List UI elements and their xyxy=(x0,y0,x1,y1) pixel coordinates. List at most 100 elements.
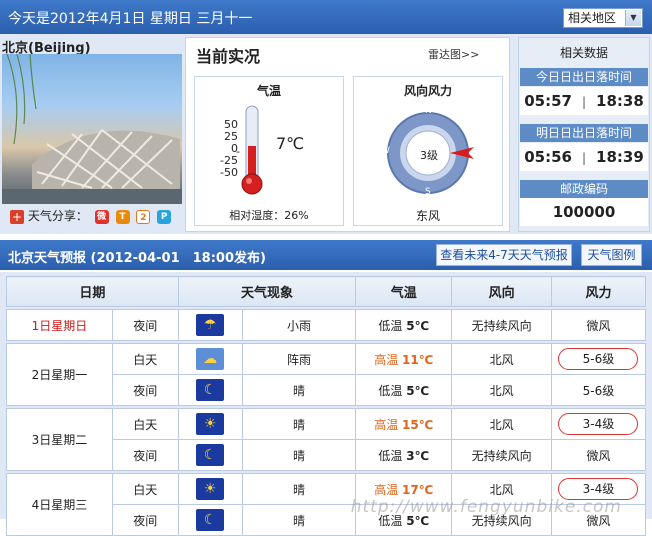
city-photo xyxy=(2,54,182,204)
share-bar: + 天气分享： 微 T 2 P xyxy=(10,207,180,225)
region-select[interactable]: 相关地区 ▼ xyxy=(563,8,643,28)
temp-prefix: 低温 xyxy=(378,383,403,398)
temp-prefix: 低温 xyxy=(378,448,403,463)
period-cell: 夜间 xyxy=(111,309,179,341)
rain-icon: ☂ xyxy=(196,314,225,336)
separator: | xyxy=(581,95,587,109)
shower-icon: ☁ xyxy=(196,348,225,370)
wind-power-cell: 3-4级 xyxy=(550,408,647,440)
weather-cell: 晴 xyxy=(241,504,357,536)
weather-cell: 晴 xyxy=(241,439,357,471)
sunrise-time: 05:56 xyxy=(524,148,572,166)
temp-value: 15℃ xyxy=(402,417,434,432)
sun-icon: ☀ xyxy=(196,413,225,435)
icon-cell: ☁ xyxy=(177,343,243,375)
wind-dir-cell: 北风 xyxy=(451,374,552,406)
temp-prefix: 低温 xyxy=(378,318,403,333)
stadium-image xyxy=(2,54,182,204)
temp-value: 17℃ xyxy=(402,482,434,497)
wind-label: 风向风力 xyxy=(403,84,452,98)
icon-cell: ☀ xyxy=(177,473,243,505)
wind-level: 3级 xyxy=(420,149,438,162)
wind-power-cell: 微风 xyxy=(550,309,647,341)
icon-cell: ☾ xyxy=(177,374,243,406)
chevron-down-icon[interactable]: ▼ xyxy=(625,10,641,26)
current-title: 当前实况 xyxy=(196,47,261,66)
temp-cell: 高温 11℃ xyxy=(355,343,453,375)
wind-dir-cell: 无持续风向 xyxy=(451,439,552,471)
current-date: 今天是2012年4月1日 星期日 三月十一 xyxy=(8,11,253,27)
weather-legend-button[interactable]: 天气图例 xyxy=(581,244,642,266)
col-wind-power: 风力 xyxy=(550,276,647,307)
temp-value: 3℃ xyxy=(406,448,430,463)
today-sun-times: 05:57 | 18:38 xyxy=(520,87,648,115)
temp-value: 7℃ xyxy=(276,134,305,153)
wind-power-badge: 5-6级 xyxy=(558,348,639,370)
temp-cell: 低温 5℃ xyxy=(355,374,453,406)
icon-cell: ☾ xyxy=(177,504,243,536)
wind-dir-cell: 北风 xyxy=(451,408,552,440)
qzone-icon[interactable]: P xyxy=(157,209,172,224)
moon-icon: ☾ xyxy=(196,379,225,401)
date-cell: 4日星期三 xyxy=(6,473,113,536)
sunset-time: 18:38 xyxy=(596,92,644,110)
wind-power-cell: 5-6级 xyxy=(550,374,647,406)
col-date: 日期 xyxy=(6,276,179,307)
wind-direction: 东风 xyxy=(415,209,440,223)
tqq-icon[interactable]: T xyxy=(115,209,130,224)
wind-dir-cell: 无持续风向 xyxy=(451,309,552,341)
separator: | xyxy=(581,151,587,165)
compass-s: S xyxy=(425,187,431,197)
table-header: 日期 天气现象 气温 风向 风力 xyxy=(6,276,647,307)
scale-tick: -50 xyxy=(220,166,238,179)
watermark: http://www.fengyunbike.com xyxy=(350,497,622,517)
compass-w: W xyxy=(381,146,390,156)
wind-power-cell: 5-6级 xyxy=(550,343,647,375)
temp-label: 气温 xyxy=(256,84,281,98)
top-bar: 今天是2012年4月1日 星期日 三月十一 相关地区 ▼ xyxy=(0,0,652,34)
region-select-value: 相关地区 xyxy=(568,11,617,25)
weather-cell: 晴 xyxy=(241,473,357,505)
wind-power-badge: 3-4级 xyxy=(558,413,639,435)
forecast-table-area: 日期 天气现象 气温 风向 风力 1日星期日 夜间 ☂ 小雨 低温 5℃ 无持续… xyxy=(0,272,652,536)
tomorrow-sun-times: 05:56 | 18:39 xyxy=(520,143,648,171)
temp-prefix: 高温 xyxy=(374,417,399,432)
postcode-label: 邮政编码 xyxy=(520,180,648,198)
icon-cell: ☂ xyxy=(177,309,243,341)
sunrise-time: 05:57 xyxy=(524,92,572,110)
temp-value: 5℃ xyxy=(406,383,430,398)
plus-icon[interactable]: + xyxy=(10,209,24,224)
temp-cell: 高温 15℃ xyxy=(355,408,453,440)
icon-cell: ☀ xyxy=(177,408,243,440)
weibo-icon[interactable]: 微 xyxy=(94,209,109,224)
table-row: 3日星期二 白天 ☀ 晴 高温 15℃ 北风 3-4级 xyxy=(6,408,647,471)
temp-prefix: 高温 xyxy=(374,482,399,497)
radar-link[interactable]: 雷达图>> xyxy=(428,46,479,62)
temp-value: 5℃ xyxy=(406,318,430,333)
period-cell: 白天 xyxy=(111,473,179,505)
period-cell: 夜间 xyxy=(111,504,179,536)
period-cell: 白天 xyxy=(111,343,179,375)
temp-value: 11℃ xyxy=(402,352,434,367)
compass-n: N xyxy=(425,106,432,116)
wind-power-cell: 微风 xyxy=(550,439,647,471)
related-title: 相关数据 xyxy=(559,46,608,60)
weather-cell: 晴 xyxy=(241,408,357,440)
table-row: 2日星期一 白天 ☁ 阵雨 高温 11℃ 北风 5-6级 xyxy=(6,343,647,406)
date-cell: 3日星期二 xyxy=(6,408,113,471)
date-cell: 2日星期一 xyxy=(6,343,113,406)
wind-dir-cell: 北风 xyxy=(451,343,552,375)
more-forecast-button[interactable]: 查看未来4-7天天气预报 xyxy=(436,244,572,266)
col-weather: 天气现象 xyxy=(177,276,357,307)
temp-cell: 低温 3℃ xyxy=(355,439,453,471)
humidity: 相对湿度：26% xyxy=(229,209,309,222)
col-temp: 气温 xyxy=(355,276,453,307)
share-label: 天气分享： xyxy=(27,209,88,223)
period-cell: 白天 xyxy=(111,408,179,440)
period-cell: 夜间 xyxy=(111,374,179,406)
sunset-time: 18:39 xyxy=(596,148,644,166)
table-row: 1日星期日 夜间 ☂ 小雨 低温 5℃ 无持续风向 微风 xyxy=(6,309,647,341)
moon-icon: ☾ xyxy=(196,509,225,531)
thermometer-scale: 50 25 0 -25 -50 xyxy=(214,119,238,179)
kaixin-icon[interactable]: 2 xyxy=(136,209,151,224)
